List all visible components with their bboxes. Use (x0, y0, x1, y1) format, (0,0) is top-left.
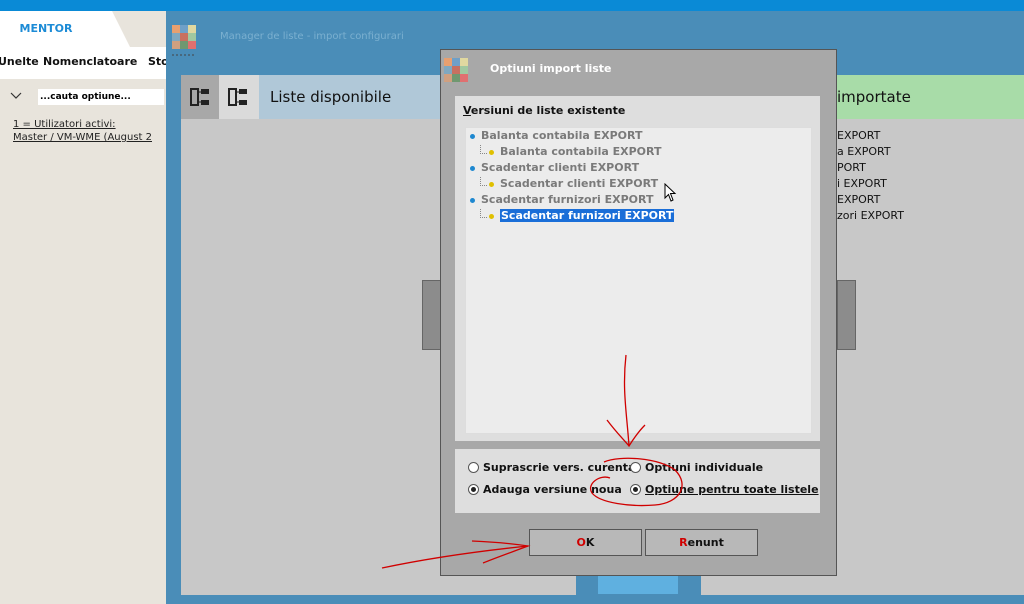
top-accent-bar (0, 0, 1024, 11)
tree-node[interactable]: Balanta contabila EXPORT (470, 129, 643, 142)
add-new-label[interactable]: Adauga versiune noua (483, 483, 622, 496)
tree-node-label: Balanta contabila EXPORT (481, 129, 643, 142)
tree-leaf[interactable]: Balanta contabila EXPORT (489, 145, 662, 158)
imported-item[interactable]: zori EXPORT (837, 209, 904, 222)
overwrite-radio[interactable] (468, 462, 479, 473)
menu-unelte[interactable]: Unelte (0, 55, 39, 68)
tree-view-button-2[interactable] (219, 75, 259, 119)
folder-node-icon (470, 133, 475, 139)
versions-label-rest: ersiuni de liste existente (470, 104, 626, 117)
tree-connector (480, 145, 487, 154)
app-logo-icon (170, 25, 198, 59)
ok-rest: K (585, 536, 595, 549)
server-line: Master / VM-WME (August 2 (13, 132, 152, 143)
ok-button[interactable]: OK (529, 529, 642, 556)
imported-item[interactable]: i EXPORT (837, 177, 887, 190)
imported-item[interactable]: EXPORT (837, 193, 880, 206)
tree-connector (480, 209, 487, 218)
cancel-button[interactable]: Renunt (645, 529, 758, 556)
move-right-button[interactable] (837, 280, 856, 350)
tree-leaf-label: Balanta contabila EXPORT (500, 145, 662, 158)
imported-item[interactable]: a EXPORT (837, 145, 891, 158)
imported-lists: EXPORT a EXPORT PORT i EXPORT EXPORT zor… (837, 119, 1024, 419)
tree-view-button[interactable] (181, 75, 219, 119)
tree-leaf[interactable]: Scadentar clienti EXPORT (489, 177, 658, 190)
move-left-button[interactable] (422, 280, 441, 350)
chevron-down-icon[interactable] (10, 92, 22, 100)
tree-leaf-label: Scadentar furnizori EXPORT (500, 209, 675, 222)
dialog-title: Optiuni import liste (490, 62, 612, 75)
individual-options-radio[interactable] (630, 462, 641, 473)
imported-lists-title: importate (837, 88, 911, 106)
options-groupbox (455, 449, 820, 513)
brand-label: MENTOR (19, 22, 73, 35)
cancel-rest: enunt (687, 536, 724, 549)
tree-node-label: Scadentar clienti EXPORT (481, 161, 640, 174)
mouse-cursor-icon (664, 183, 678, 203)
menu-nomenclatoare[interactable]: Nomenclatoare (43, 55, 137, 68)
add-new-radio[interactable] (468, 484, 479, 495)
leaf-node-icon (489, 181, 494, 187)
leaf-node-icon (489, 149, 494, 155)
imported-item[interactable]: EXPORT (837, 129, 880, 142)
tree-connector (480, 177, 487, 186)
all-lists-label[interactable]: Optiune pentru toate listele (645, 483, 819, 496)
active-users-line: 1 = Utilizatori activi: (13, 119, 116, 130)
ok-accel: O (576, 536, 586, 549)
versions-label-accel: V (463, 104, 471, 117)
manager-title: Manager de liste - import configurari (220, 31, 404, 42)
tree-icon (190, 88, 209, 106)
imported-item[interactable]: PORT (837, 161, 866, 174)
versions-label: Versiuni de liste existente (463, 104, 625, 117)
tree-node[interactable]: Scadentar furnizori EXPORT (470, 193, 653, 206)
tree-node-label: Scadentar furnizori EXPORT (481, 193, 654, 206)
individual-options-label[interactable]: Optiuni individuale (645, 461, 763, 474)
folder-node-icon (470, 197, 475, 203)
available-lists-title: Liste disponibile (270, 88, 392, 106)
tree-icon (228, 88, 247, 106)
cancel-accel: R (679, 536, 688, 549)
all-lists-radio[interactable] (630, 484, 641, 495)
search-input[interactable]: ...cauta optiune... (38, 89, 164, 105)
tree-leaf-label: Scadentar clienti EXPORT (500, 177, 659, 190)
tree-leaf-selected[interactable]: Scadentar furnizori EXPORT (489, 209, 675, 222)
dialog-logo-icon (444, 58, 468, 82)
overwrite-label[interactable]: Suprascrie vers. curenta (483, 461, 635, 474)
tree-node[interactable]: Scadentar clienti EXPORT (470, 161, 639, 174)
versions-tree[interactable]: Balanta contabila EXPORT Balanta contabi… (465, 127, 812, 434)
leaf-node-icon (489, 213, 494, 219)
folder-node-icon (470, 165, 475, 171)
bottom-tab-button[interactable] (598, 575, 678, 594)
